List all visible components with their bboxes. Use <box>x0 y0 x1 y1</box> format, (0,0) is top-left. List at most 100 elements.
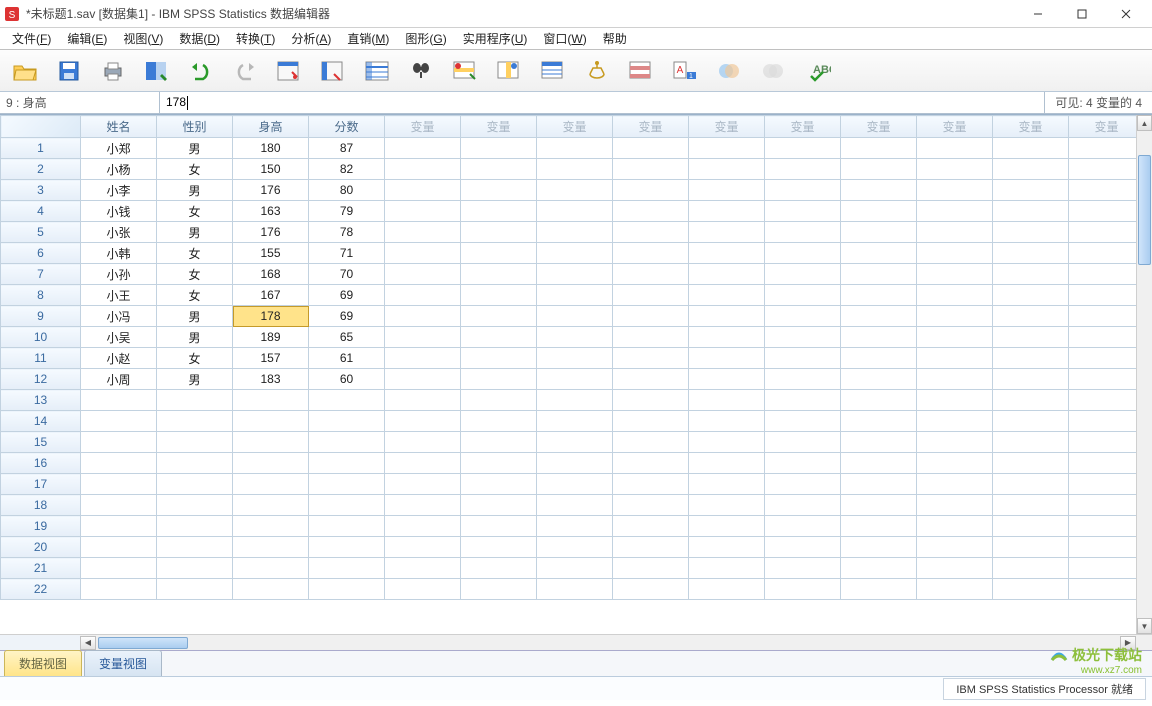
tab-variable-view[interactable]: 变量视图 <box>84 650 162 676</box>
empty-cell[interactable] <box>841 474 917 495</box>
empty-cell[interactable] <box>765 243 841 264</box>
undo-icon[interactable] <box>184 54 218 88</box>
empty-cell[interactable] <box>1069 180 1137 201</box>
grid-corner[interactable] <box>1 116 81 138</box>
empty-cell[interactable] <box>461 558 537 579</box>
data-cell[interactable]: 小韩 <box>81 243 157 264</box>
empty-cell[interactable] <box>841 411 917 432</box>
empty-cell[interactable] <box>841 579 917 600</box>
empty-cell[interactable] <box>461 243 537 264</box>
empty-cell[interactable] <box>461 516 537 537</box>
empty-cell[interactable] <box>689 264 765 285</box>
empty-cell[interactable] <box>1069 369 1137 390</box>
empty-cell[interactable] <box>1069 495 1137 516</box>
empty-cell[interactable] <box>385 327 461 348</box>
empty-cell[interactable] <box>461 180 537 201</box>
empty-cell[interactable] <box>233 579 309 600</box>
data-grid[interactable]: 姓名性别身高分数变量变量变量变量变量变量变量变量变量变量1小郑男180872小杨… <box>0 115 1136 600</box>
menu-文件[interactable]: 文件(F) <box>4 28 59 49</box>
empty-cell[interactable] <box>917 432 993 453</box>
row-header[interactable]: 9 <box>1 306 81 327</box>
vertical-scrollbar[interactable]: ▲ ▼ <box>1136 115 1152 634</box>
empty-cell[interactable] <box>917 201 993 222</box>
select-cases-icon[interactable] <box>624 54 658 88</box>
empty-cell[interactable] <box>765 369 841 390</box>
empty-cell[interactable] <box>765 159 841 180</box>
empty-cell[interactable] <box>993 327 1069 348</box>
data-cell[interactable]: 80 <box>309 180 385 201</box>
empty-cell[interactable] <box>917 474 993 495</box>
empty-cell[interactable] <box>841 264 917 285</box>
empty-cell[interactable] <box>157 453 233 474</box>
empty-cell[interactable] <box>81 495 157 516</box>
empty-cell[interactable] <box>385 159 461 180</box>
empty-cell[interactable] <box>385 306 461 327</box>
menu-转换[interactable]: 转换(T) <box>228 28 283 49</box>
empty-cell[interactable] <box>385 537 461 558</box>
data-cell[interactable]: 69 <box>309 306 385 327</box>
empty-cell[interactable] <box>917 243 993 264</box>
empty-cell[interactable] <box>917 390 993 411</box>
empty-cell[interactable] <box>689 222 765 243</box>
data-cell[interactable]: 70 <box>309 264 385 285</box>
data-cell[interactable]: 183 <box>233 369 309 390</box>
empty-cell[interactable] <box>765 432 841 453</box>
empty-cell[interactable] <box>613 390 689 411</box>
hscroll-thumb[interactable] <box>98 637 188 649</box>
empty-cell[interactable] <box>1069 138 1137 159</box>
empty-cell[interactable] <box>917 516 993 537</box>
empty-cell[interactable] <box>689 369 765 390</box>
data-cell[interactable]: 男 <box>157 369 233 390</box>
empty-cell[interactable] <box>689 558 765 579</box>
horizontal-scrollbar[interactable]: ◀ ▶ <box>0 634 1152 650</box>
empty-cell[interactable] <box>765 474 841 495</box>
empty-cell[interactable] <box>537 369 613 390</box>
empty-cell[interactable] <box>385 201 461 222</box>
empty-cell[interactable] <box>765 390 841 411</box>
empty-cell[interactable] <box>917 411 993 432</box>
empty-cell[interactable] <box>461 411 537 432</box>
empty-cell[interactable] <box>461 348 537 369</box>
cell-value-input[interactable]: 178 <box>160 93 1044 112</box>
empty-cell[interactable] <box>613 537 689 558</box>
empty-cell[interactable] <box>765 537 841 558</box>
data-cell[interactable]: 65 <box>309 327 385 348</box>
empty-cell[interactable] <box>537 159 613 180</box>
data-cell[interactable]: 176 <box>233 180 309 201</box>
value-labels-icon[interactable]: A1 <box>668 54 702 88</box>
empty-cell[interactable] <box>157 474 233 495</box>
row-header[interactable]: 10 <box>1 327 81 348</box>
empty-cell[interactable] <box>537 495 613 516</box>
empty-cell[interactable] <box>233 453 309 474</box>
data-cell[interactable]: 69 <box>309 285 385 306</box>
empty-cell[interactable] <box>613 180 689 201</box>
empty-cell[interactable] <box>765 138 841 159</box>
spellcheck-icon[interactable]: ABC <box>800 54 834 88</box>
empty-cell[interactable] <box>157 558 233 579</box>
empty-cell[interactable] <box>461 159 537 180</box>
find-icon[interactable] <box>404 54 438 88</box>
empty-cell[interactable] <box>537 138 613 159</box>
data-cell[interactable]: 女 <box>157 264 233 285</box>
empty-cell[interactable] <box>461 306 537 327</box>
data-cell[interactable]: 男 <box>157 327 233 348</box>
empty-cell[interactable] <box>613 285 689 306</box>
data-cell[interactable]: 小孙 <box>81 264 157 285</box>
menu-编辑[interactable]: 编辑(E) <box>59 28 115 49</box>
empty-cell[interactable] <box>461 453 537 474</box>
empty-cell[interactable] <box>613 243 689 264</box>
empty-cell[interactable] <box>1069 453 1137 474</box>
empty-cell[interactable] <box>385 432 461 453</box>
empty-cell[interactable] <box>841 369 917 390</box>
empty-cell[interactable] <box>613 516 689 537</box>
scroll-down-icon[interactable]: ▼ <box>1137 618 1152 634</box>
data-cell[interactable]: 82 <box>309 159 385 180</box>
empty-cell[interactable] <box>613 201 689 222</box>
empty-cell[interactable] <box>841 516 917 537</box>
empty-cell[interactable] <box>157 495 233 516</box>
empty-cell[interactable] <box>613 222 689 243</box>
empty-cell[interactable] <box>461 201 537 222</box>
empty-cell[interactable] <box>309 558 385 579</box>
empty-cell[interactable] <box>309 474 385 495</box>
empty-cell[interactable] <box>613 579 689 600</box>
